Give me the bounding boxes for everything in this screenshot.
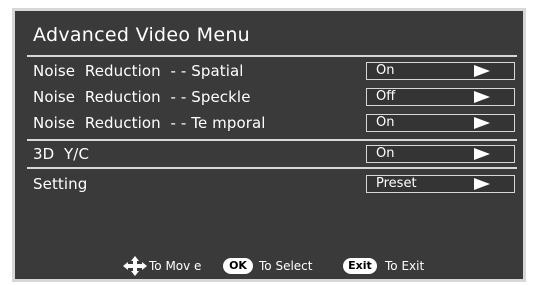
row-label: Noise Reduction - - Spatial [33,62,244,80]
menu-row-3d-yc[interactable]: 3D Y/C On [15,142,523,168]
value-selector[interactable]: Off [366,88,515,106]
right-triangle-icon[interactable] [474,91,490,103]
four-way-arrow-icon [123,256,147,276]
move-hint-text: To Mov e [149,259,202,273]
section-divider [27,139,517,141]
value-selector[interactable]: On [366,145,515,163]
row-label: 3D Y/C [33,145,90,163]
selected-value: Preset [376,176,417,191]
title-divider [27,55,517,57]
value-selector[interactable]: On [366,114,515,132]
section-divider [27,167,517,169]
menu-row-setting[interactable]: Setting Preset [15,172,523,198]
exit-key-badge: Exit [343,258,377,274]
value-selector[interactable]: Preset [366,175,515,193]
selected-value: On [376,146,395,161]
value-selector[interactable]: On [366,62,515,80]
menu-row-noise-reduction-spatial[interactable]: Noise Reduction - - Spatial On [15,59,523,85]
row-label: Setting [33,175,88,193]
row-label: Noise Reduction - - Speckle [33,88,251,106]
row-label: Noise Reduction - - Te mporal [33,114,266,132]
right-triangle-icon[interactable] [474,117,490,129]
right-triangle-icon[interactable] [474,178,490,190]
selected-value: On [376,63,395,78]
advanced-video-menu-panel: Advanced Video Menu Noise Reduction - - … [12,8,526,282]
select-hint-text: To Select [259,259,313,273]
exit-hint-text: To Exit [385,259,425,273]
menu-row-noise-reduction-speckle[interactable]: Noise Reduction - - Speckle Off [15,85,523,111]
menu-title: Advanced Video Menu [33,24,251,46]
right-triangle-icon[interactable] [474,65,490,77]
menu-row-noise-reduction-temporal[interactable]: Noise Reduction - - Te mporal On [15,111,523,137]
right-triangle-icon[interactable] [474,148,490,160]
selected-value: Off [376,89,396,104]
selected-value: On [376,115,395,130]
ok-key-badge: OK [223,258,253,274]
